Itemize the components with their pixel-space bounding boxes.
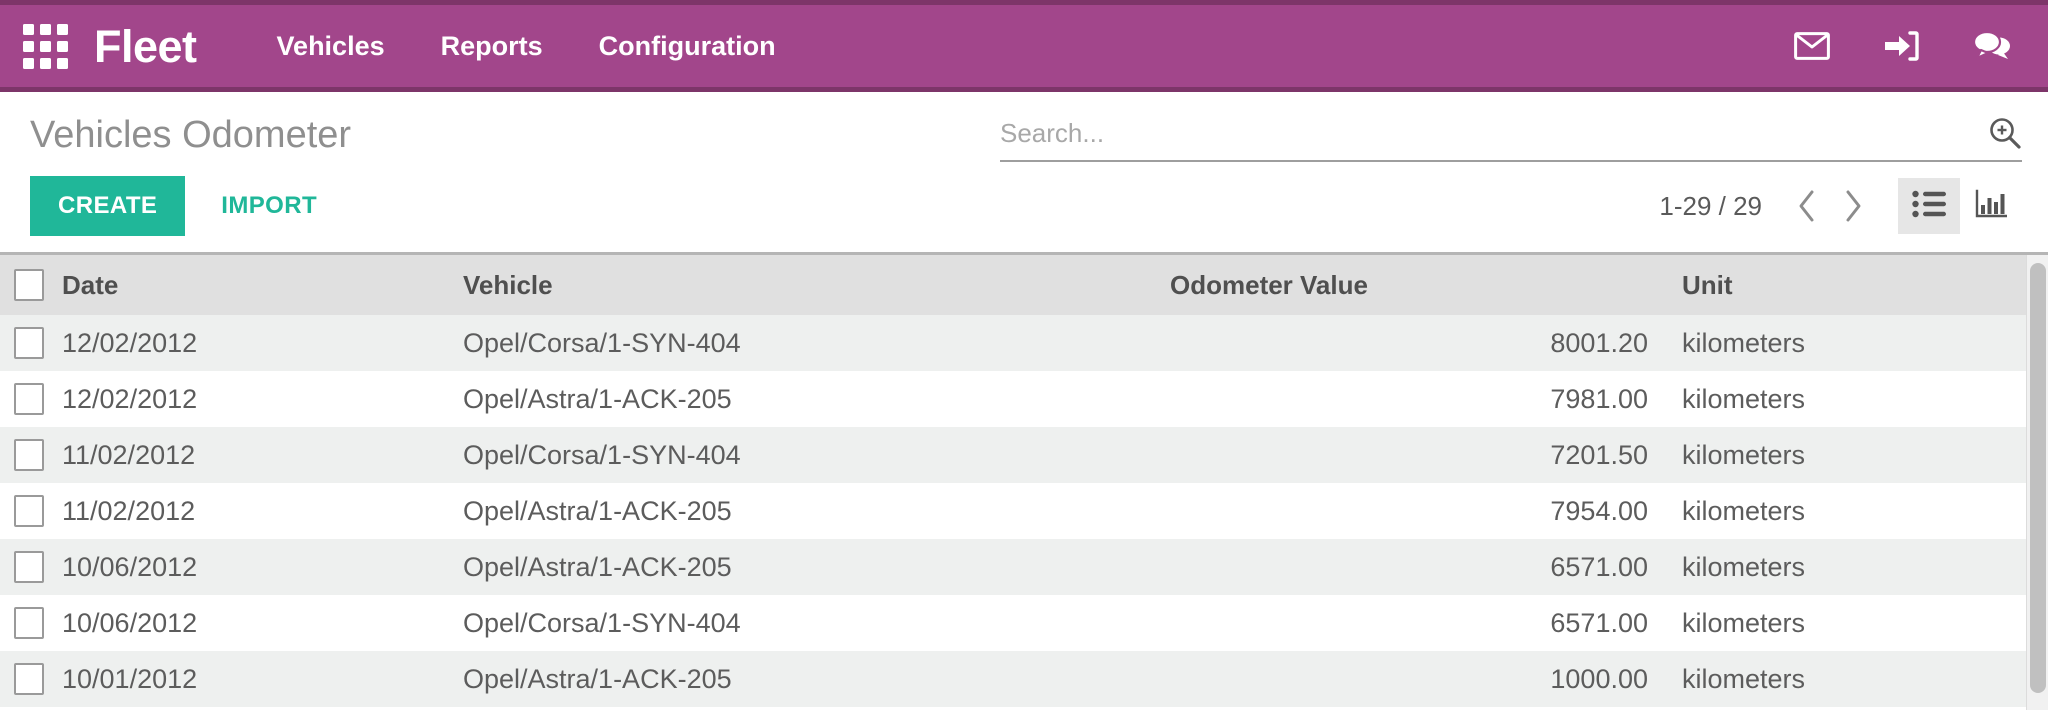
nav-item-configuration[interactable]: Configuration — [571, 21, 804, 72]
cell-unit: kilometers — [1682, 383, 1806, 414]
cell-odometer-value: 6571.00 — [1550, 551, 1648, 582]
row-select-cell — [0, 651, 58, 707]
cell-date: 10/01/2012 — [62, 663, 198, 694]
cell-date: 10/06/2012 — [62, 551, 198, 582]
row-select-checkbox[interactable] — [14, 439, 44, 471]
mail-icon[interactable] — [1792, 26, 1832, 66]
list-view-button[interactable] — [1898, 178, 1960, 234]
search-input[interactable] — [1000, 117, 1988, 149]
list-icon — [1912, 190, 1946, 223]
cell-vehicle: Opel/Astra/1-ACK-205 — [463, 551, 732, 582]
cell-date: 12/02/2012 — [62, 383, 198, 414]
select-all-header — [0, 255, 58, 315]
table-row[interactable]: 10/01/2012 Opel/Astra/1-ACK-205 1000.00 kil… — [0, 651, 2032, 707]
cell-vehicle: Opel/Corsa/1-SYN-404 — [463, 607, 741, 638]
cell-unit: kilometers — [1682, 551, 1806, 582]
search-area — [1000, 110, 2022, 162]
cell-vehicle: Opel/Corsa/1-SYN-404 — [463, 439, 741, 470]
cell-vehicle: Opel/Astra/1-ACK-205 — [463, 495, 732, 526]
page-title: Vehicles Odometer — [30, 114, 352, 156]
cell-date: 11/02/2012 — [62, 439, 196, 470]
chat-icon[interactable] — [1972, 26, 2012, 66]
table-row[interactable]: 11/02/2012 Opel/Astra/1-ACK-205 7954.00 kil… — [0, 483, 2032, 539]
cell-unit: kilometers — [1682, 607, 1806, 638]
nav-item-reports[interactable]: Reports — [413, 21, 571, 72]
cell-vehicle: Opel/Astra/1-ACK-205 — [463, 383, 732, 414]
cell-odometer-value: 1000.00 — [1550, 663, 1648, 694]
table-row[interactable]: 12/02/2012 Opel/Corsa/1-SYN-404 8001.20 kil… — [0, 315, 2032, 371]
cell-unit: kilometers — [1682, 327, 1806, 358]
row-select-checkbox[interactable] — [14, 495, 44, 527]
list-view-table-area: Date Vehicle Odometer Value Unit 12/02/2… — [0, 252, 2048, 710]
cell-date: 12/02/2012 — [62, 327, 198, 358]
cell-vehicle: Opel/Astra/1-ACK-205 — [463, 663, 732, 694]
nav-item-vehicles[interactable]: Vehicles — [249, 21, 413, 72]
table-row[interactable]: 11/02/2012 Opel/Corsa/1-SYN-404 7201.50 kil… — [0, 427, 2032, 483]
odometer-table: Date Vehicle Odometer Value Unit 12/02/2… — [0, 255, 2032, 707]
view-switcher — [1898, 178, 2022, 234]
row-select-cell — [0, 595, 58, 651]
row-select-cell — [0, 315, 58, 371]
vertical-scrollbar-thumb[interactable] — [2030, 263, 2046, 693]
row-select-checkbox[interactable] — [14, 663, 44, 695]
table-row[interactable]: 10/06/2012 Opel/Corsa/1-SYN-404 6571.00 kil… — [0, 595, 2032, 651]
main-menu: Vehicles Reports Configuration — [249, 21, 804, 72]
control-panel: Vehicles Odometer CREATE IMPORT 1-29 / 2… — [0, 92, 2048, 252]
row-select-checkbox[interactable] — [14, 607, 44, 639]
row-select-cell — [0, 371, 58, 427]
control-panel-bottom-row: CREATE IMPORT 1-29 / 29 — [30, 176, 2022, 236]
column-header-odometer-value[interactable]: Odometer Value — [1160, 255, 1670, 315]
pager: 1-29 / 29 — [1659, 178, 2022, 234]
table-header-row: Date Vehicle Odometer Value Unit — [0, 255, 2032, 315]
control-panel-top-row: Vehicles Odometer — [30, 92, 2022, 162]
row-select-checkbox[interactable] — [14, 327, 44, 359]
table-row[interactable]: 12/02/2012 Opel/Astra/1-ACK-205 7981.00 kil… — [0, 371, 2032, 427]
cell-unit: kilometers — [1682, 495, 1806, 526]
row-select-checkbox[interactable] — [14, 551, 44, 583]
cell-vehicle: Opel/Corsa/1-SYN-404 — [463, 327, 741, 358]
vertical-scrollbar-track[interactable] — [2026, 255, 2048, 710]
bar-chart-icon — [1975, 189, 2008, 224]
import-button[interactable]: IMPORT — [199, 176, 339, 236]
top-navbar: Fleet Vehicles Reports Configuration — [0, 0, 2048, 100]
cell-date: 10/06/2012 — [62, 607, 198, 638]
create-button[interactable]: CREATE — [30, 176, 186, 236]
brand-logo[interactable]: Fleet — [94, 24, 197, 69]
column-header-date[interactable]: Date — [58, 255, 453, 315]
cell-odometer-value: 6571.00 — [1550, 607, 1648, 638]
cell-date: 11/02/2012 — [62, 495, 196, 526]
table-body: 12/02/2012 Opel/Corsa/1-SYN-404 8001.20 kil… — [0, 315, 2032, 707]
search-bar[interactable] — [1000, 116, 2022, 162]
cell-odometer-value: 7201.50 — [1550, 439, 1648, 470]
cell-odometer-value: 7954.00 — [1550, 495, 1648, 526]
pager-count[interactable]: 1-29 / 29 — [1659, 191, 1762, 222]
column-header-unit[interactable]: Unit — [1670, 255, 2032, 315]
row-select-cell — [0, 483, 58, 539]
cell-unit: kilometers — [1682, 663, 1806, 694]
cell-odometer-value: 8001.20 — [1550, 327, 1648, 358]
sign-in-icon[interactable] — [1882, 26, 1922, 66]
cell-unit: kilometers — [1682, 439, 1806, 470]
apps-grid-icon[interactable] — [22, 23, 68, 69]
navbar-actions — [1792, 26, 2022, 66]
row-select-cell — [0, 539, 58, 595]
row-select-cell — [0, 427, 58, 483]
row-select-checkbox[interactable] — [14, 383, 44, 415]
table-header: Date Vehicle Odometer Value Unit — [0, 255, 2032, 315]
search-zoom-icon[interactable] — [1988, 116, 2022, 150]
table-row[interactable]: 10/06/2012 Opel/Astra/1-ACK-205 6571.00 kil… — [0, 539, 2032, 595]
cell-odometer-value: 7981.00 — [1550, 383, 1648, 414]
pager-previous-button[interactable] — [1784, 183, 1830, 229]
pager-next-button[interactable] — [1830, 183, 1876, 229]
select-all-checkbox[interactable] — [14, 269, 44, 301]
column-header-vehicle[interactable]: Vehicle — [453, 255, 1160, 315]
graph-view-button[interactable] — [1960, 178, 2022, 234]
